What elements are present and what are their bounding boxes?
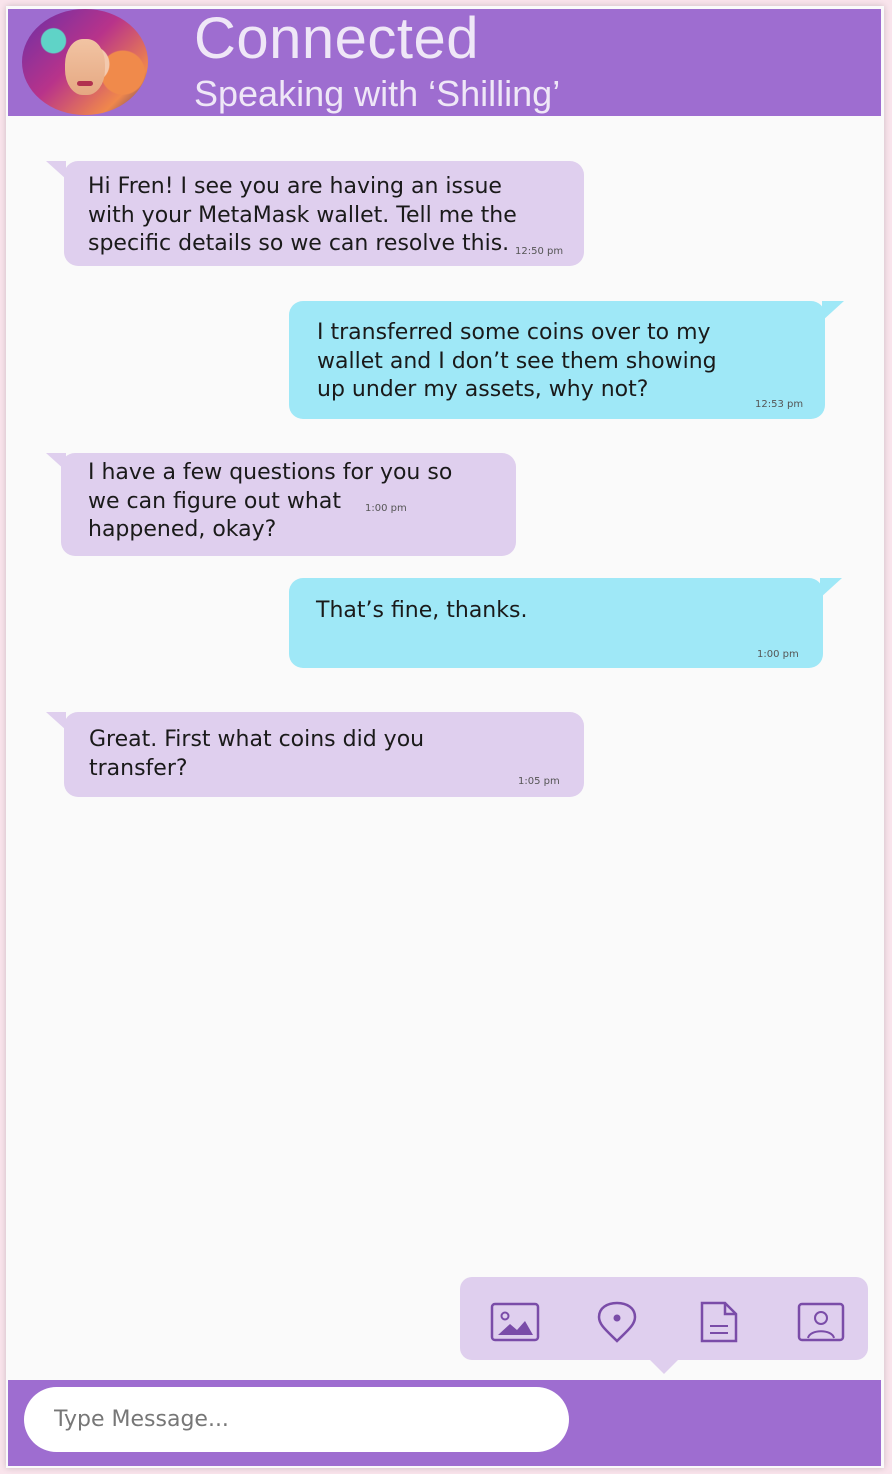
connection-status-title: Connected [194,6,480,71]
attach-document-button[interactable] [693,1299,745,1345]
user-message: I transferred some coins over to my wall… [289,301,825,419]
agent-message: Hi Fren! I see you are having an issue w… [64,161,584,266]
message-text: Hi Fren! I see you are having an issue w… [88,174,517,256]
message-time: 12:50 pm [515,246,564,257]
agent-message: I have a few questions for you so we can… [61,453,516,556]
bubble-tail [822,301,844,321]
user-message: That’s fine, thanks. 1:00 pm [289,578,823,668]
location-pin-icon [597,1301,637,1343]
avatar-lips [77,81,93,86]
message-time: 1:00 pm [365,503,407,514]
message-text: Great. First what coins did you transfer… [89,727,425,781]
share-location-button[interactable] [591,1299,643,1345]
document-icon [700,1301,738,1343]
message-text: That’s fine, thanks. [316,598,528,623]
contact-card-icon [797,1302,845,1342]
attach-image-button[interactable] [489,1299,541,1345]
message-text: I transferred some coins over to my wall… [317,320,717,402]
agent-message: Great. First what coins did you transfer… [64,712,584,797]
message-text: I have a few questions for you so we can… [88,460,453,542]
bubble-tail [820,578,842,598]
agent-avatar[interactable] [22,9,148,115]
message-time: 1:05 pm [518,776,560,787]
share-contact-button[interactable] [795,1299,847,1345]
message-time: 1:00 pm [757,649,799,660]
tray-pointer [650,1360,678,1374]
message-time: 12:53 pm [755,399,804,410]
bubble-tail [46,161,66,179]
avatar-face [65,39,105,95]
agent-name-subtitle: Speaking with ‘Shilling’ [194,73,561,114]
image-icon [490,1302,540,1342]
message-input[interactable] [24,1387,569,1452]
bubble-tail [46,712,66,730]
